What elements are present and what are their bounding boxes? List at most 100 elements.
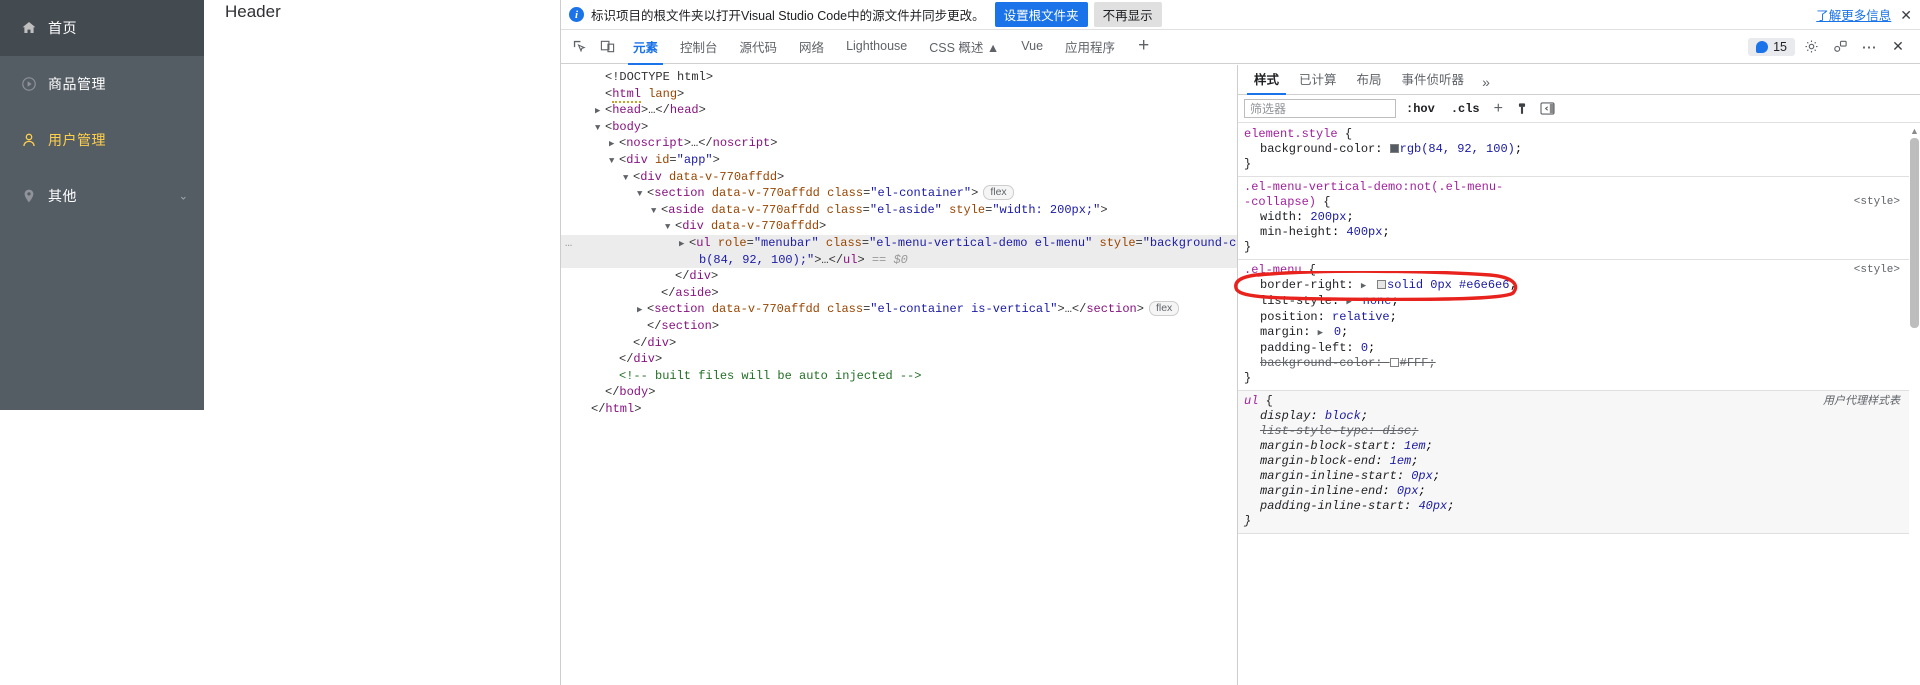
- copy-styles-icon[interactable]: [1511, 99, 1533, 119]
- devtools-tab-5[interactable]: Lighthouse: [835, 32, 918, 61]
- css-declaration[interactable]: padding-inline-start: 40px;: [1244, 499, 1920, 514]
- devtools-tab-4[interactable]: 网络: [788, 30, 835, 64]
- more-options-icon[interactable]: ⋯: [1856, 35, 1882, 59]
- sidebar-item-4[interactable]: 其他 ⌄: [0, 168, 204, 224]
- css-declaration[interactable]: margin-inline-end: 0px;: [1244, 484, 1920, 499]
- sidebar-item-2[interactable]: 商品管理: [0, 56, 204, 112]
- sidebar-item-label: 其他: [48, 186, 77, 206]
- dom-node-line[interactable]: ▶<section data-v-770affdd class="el-cont…: [561, 301, 1237, 318]
- dom-node-line[interactable]: ▼<aside data-v-770affdd class="el-aside"…: [561, 202, 1237, 219]
- css-declaration[interactable]: margin-inline-start: 0px;: [1244, 469, 1920, 484]
- css-declaration[interactable]: width: 200px;: [1244, 210, 1920, 225]
- dom-node-line[interactable]: ▶<ul role="menubar" class="el-menu-verti…: [561, 235, 1237, 252]
- device-toolbar-icon[interactable]: [594, 35, 620, 59]
- css-rules-list[interactable]: element.style {background-color: rgb(84,…: [1238, 124, 1920, 685]
- css-declaration[interactable]: display: block;: [1244, 409, 1920, 424]
- learn-more-link[interactable]: 了解更多信息: [1816, 5, 1891, 24]
- css-declaration[interactable]: padding-left: 0;: [1244, 341, 1920, 356]
- dom-node-line[interactable]: </body>: [561, 384, 1237, 401]
- settings-gear-icon[interactable]: [1798, 35, 1824, 59]
- dom-node-line[interactable]: <!-- built files will be auto injected -…: [561, 368, 1237, 385]
- add-tab-icon[interactable]: +: [1126, 36, 1161, 55]
- styles-panel: 样式已计算布局事件侦听器» 筛选器 :hov .cls + element.st…: [1237, 65, 1920, 685]
- styles-tab-4[interactable]: 事件侦听器: [1392, 65, 1475, 94]
- scrollbar-thumb[interactable]: [1910, 138, 1919, 328]
- css-selector[interactable]: .el-menu {<style>: [1244, 263, 1920, 278]
- devtools-tab-2[interactable]: 控制台: [669, 30, 729, 64]
- devtools-tab-3[interactable]: 源代码: [729, 30, 789, 64]
- chevron-down-icon[interactable]: ⌄: [179, 190, 188, 203]
- css-rule[interactable]: .el-menu-vertical-demo:not(.el-menu--col…: [1238, 177, 1920, 260]
- devtools-tab-1[interactable]: 元素: [622, 30, 669, 64]
- css-declaration[interactable]: min-height: 400px;: [1244, 225, 1920, 240]
- css-declaration[interactable]: list-style: ▶ none;: [1244, 294, 1920, 310]
- dom-node-line[interactable]: </div>: [561, 351, 1237, 368]
- dom-node-line[interactable]: ▼<div data-v-770affdd>: [561, 218, 1237, 235]
- dom-node-line[interactable]: </div>: [561, 335, 1237, 352]
- devtools-tab-6[interactable]: CSS 概述 ▲: [918, 30, 1010, 64]
- dom-node-line[interactable]: </section>: [561, 318, 1237, 335]
- styles-tab-1[interactable]: 样式: [1244, 65, 1289, 94]
- styles-tab-2[interactable]: 已计算: [1289, 65, 1347, 94]
- sidebar-item-label: 商品管理: [48, 74, 106, 94]
- dont-show-again-button[interactable]: 不再显示: [1094, 2, 1162, 27]
- css-rule[interactable]: .el-menu {<style>border-right: ▶ solid 0…: [1238, 260, 1920, 391]
- set-root-folder-button[interactable]: 设置根文件夹: [995, 2, 1088, 27]
- dom-node-line[interactable]: <!DOCTYPE html>: [561, 69, 1237, 86]
- dom-node-line[interactable]: b(84, 92, 100);">…</ul> == $0: [561, 252, 1237, 269]
- styles-tab-3[interactable]: 布局: [1347, 65, 1392, 94]
- user-icon: [20, 131, 38, 149]
- screenshot-root: 首页商品管理用户管理其他⌄ Header i 标识项目的根文件夹以打开Visua…: [0, 0, 1920, 685]
- styles-scrollbar[interactable]: ▲: [1909, 124, 1920, 685]
- sidebar-item-label: 首页: [48, 18, 77, 38]
- css-declaration[interactable]: background-color: #FFF;: [1244, 356, 1920, 371]
- dom-node-line[interactable]: </div>: [561, 268, 1237, 285]
- dom-node-line[interactable]: </aside>: [561, 285, 1237, 302]
- new-style-rule-icon[interactable]: +: [1490, 101, 1507, 117]
- css-declaration[interactable]: margin-block-end: 1em;: [1244, 454, 1920, 469]
- toggle-sidebar-icon[interactable]: [1537, 99, 1559, 119]
- devices-icon[interactable]: [1827, 35, 1853, 59]
- hov-toggle[interactable]: :hov: [1400, 102, 1441, 116]
- css-rule[interactable]: element.style {background-color: rgb(84,…: [1238, 124, 1920, 177]
- dom-node-line[interactable]: ▶<head>…</head>: [561, 102, 1237, 119]
- css-declaration[interactable]: list-style-type: disc;: [1244, 424, 1920, 439]
- styles-filter-input[interactable]: 筛选器: [1244, 99, 1396, 118]
- styles-filter-row: 筛选器 :hov .cls +: [1238, 95, 1920, 123]
- css-rule-origin[interactable]: <style>: [1854, 195, 1900, 210]
- dom-node-line[interactable]: ▶<noscript>…</noscript>: [561, 135, 1237, 152]
- close-notification-icon[interactable]: ✕: [1900, 8, 1912, 22]
- sidebar-item-3[interactable]: 用户管理: [0, 112, 204, 168]
- message-count-badge[interactable]: 15: [1748, 38, 1795, 56]
- dom-node-line[interactable]: ▼<div data-v-770affdd>: [561, 169, 1237, 186]
- sidebar-item-1[interactable]: 首页: [0, 0, 204, 56]
- css-declaration[interactable]: margin-block-start: 1em;: [1244, 439, 1920, 454]
- css-declaration[interactable]: position: relative;: [1244, 310, 1920, 325]
- css-declaration-highlighted[interactable]: border-right: ▶ solid 0px #e6e6e6;: [1244, 278, 1920, 294]
- dom-node-line[interactable]: ▼<body>: [561, 119, 1237, 136]
- styles-more-tabs-icon[interactable]: »: [1474, 70, 1498, 94]
- devtools-tabbar: 元素控制台源代码网络LighthouseCSS 概述 ▲Vue应用程序 + 15…: [561, 30, 1920, 64]
- info-icon: i: [569, 7, 584, 22]
- close-devtools-icon[interactable]: ✕: [1885, 35, 1911, 59]
- css-rule-origin[interactable]: <style>: [1854, 263, 1900, 278]
- dom-node-line[interactable]: ▼<div id="app">: [561, 152, 1237, 169]
- dom-node-line[interactable]: </html>: [561, 401, 1237, 418]
- css-selector[interactable]: element.style {: [1244, 127, 1920, 142]
- location-pin-icon: [20, 187, 38, 205]
- css-selector[interactable]: ul {用户代理样式表: [1244, 394, 1920, 409]
- scroll-up-arrow[interactable]: ▲: [1910, 126, 1919, 136]
- css-selector[interactable]: .el-menu-vertical-demo:not(.el-menu--col…: [1244, 180, 1920, 210]
- message-count-label: 15: [1773, 40, 1787, 54]
- dom-node-line[interactable]: <html lang>: [561, 86, 1237, 103]
- devtools-tab-7[interactable]: Vue: [1010, 32, 1054, 61]
- css-declaration[interactable]: margin: ▶ 0;: [1244, 325, 1920, 341]
- dom-tree-panel[interactable]: <!DOCTYPE html><html lang>▶<head>…</head…: [561, 65, 1237, 685]
- inspect-element-icon[interactable]: [566, 35, 592, 59]
- css-rule-close-brace: }: [1244, 514, 1920, 529]
- devtools-tab-8[interactable]: 应用程序: [1054, 30, 1126, 64]
- cls-toggle[interactable]: .cls: [1445, 102, 1486, 116]
- css-rule[interactable]: ul {用户代理样式表display: block;list-style-typ…: [1238, 391, 1920, 534]
- css-declaration[interactable]: background-color: rgb(84, 92, 100);: [1244, 142, 1920, 157]
- dom-node-line[interactable]: ▼<section data-v-770affdd class="el-cont…: [561, 185, 1237, 202]
